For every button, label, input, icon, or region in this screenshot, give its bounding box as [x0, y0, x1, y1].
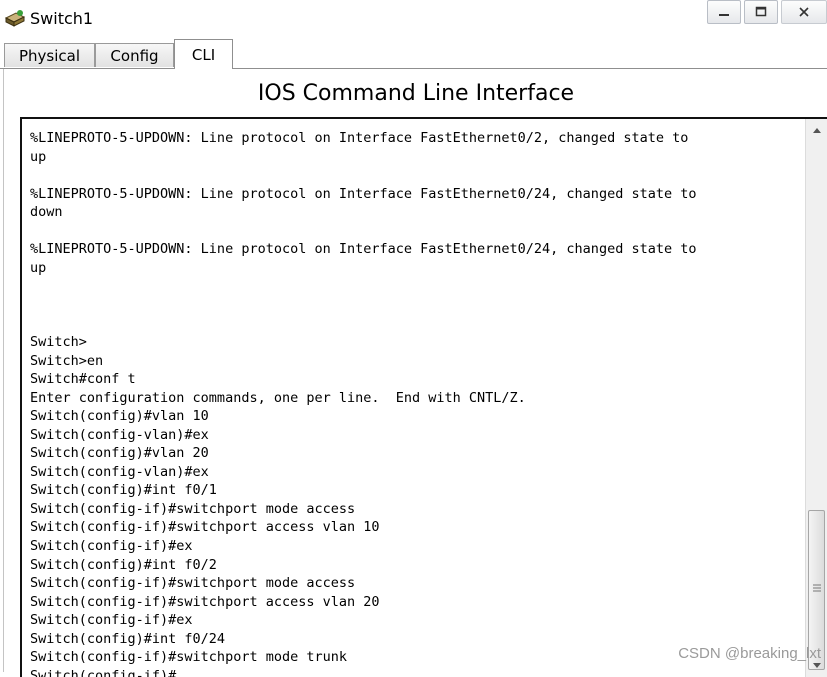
maximize-button[interactable] — [744, 0, 778, 24]
cli-heading: IOS Command Line Interface — [257, 81, 575, 106]
minimize-button[interactable] — [707, 0, 741, 24]
scroll-down-arrow-icon — [813, 663, 821, 668]
terminal-scrollbar[interactable] — [805, 119, 827, 677]
scroll-up-arrow-icon — [813, 128, 821, 133]
cli-panel: IOS Command Line Interface %LINEPROTO-5-… — [3, 69, 827, 677]
scroll-up-button[interactable] — [806, 121, 827, 139]
window-title: Switch1 — [30, 9, 94, 28]
close-icon — [799, 7, 809, 17]
tab-cli[interactable]: CLI — [174, 39, 233, 69]
watermark-text: CSDN @breaking_lxt — [678, 645, 821, 662]
title-bar: Switch1 — [0, 0, 827, 38]
terminal-output[interactable]: %LINEPROTO-5-UPDOWN: Line protocol on In… — [30, 129, 800, 677]
switch-app-icon — [4, 10, 26, 27]
window-controls — [704, 0, 827, 28]
tab-config[interactable]: Config — [95, 43, 174, 67]
scroll-grip-icon — [813, 584, 821, 592]
close-button[interactable] — [781, 0, 827, 24]
minimize-icon — [719, 14, 729, 16]
terminal-console[interactable]: %LINEPROTO-5-UPDOWN: Line protocol on In… — [20, 117, 827, 677]
tab-strip: Physical Config CLI — [0, 38, 827, 69]
tab-physical[interactable]: Physical — [4, 43, 95, 67]
maximize-icon — [755, 6, 767, 17]
